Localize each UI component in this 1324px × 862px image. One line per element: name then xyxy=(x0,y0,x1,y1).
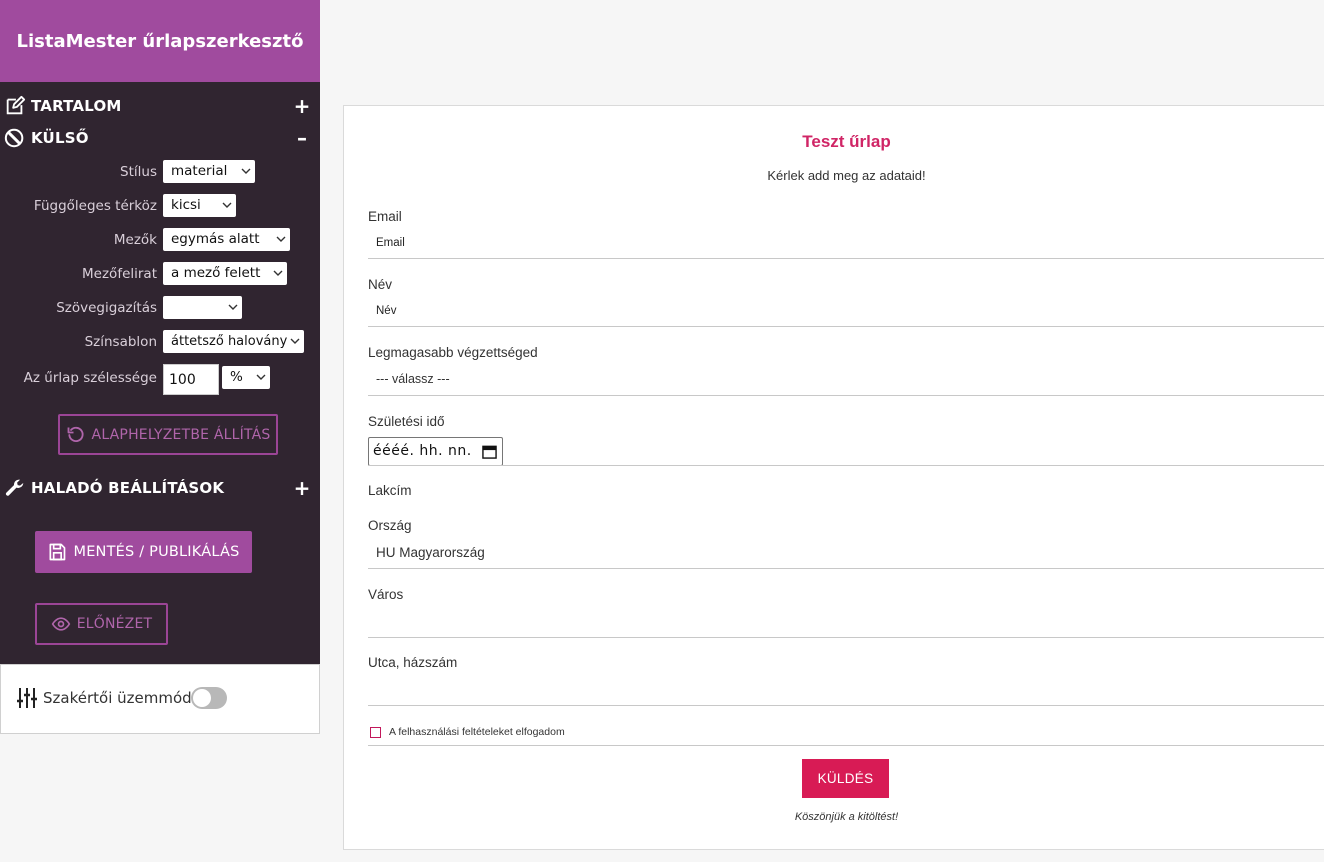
birthdate-value: éééé. hh. nn. xyxy=(373,443,472,459)
eye-icon xyxy=(51,617,70,631)
country-label: Ország xyxy=(368,518,412,533)
field-label-position-value: a mező felett xyxy=(171,265,261,281)
street-field[interactable] xyxy=(368,676,1324,706)
street-label: Utca, házszám xyxy=(368,655,458,670)
birthdate-input[interactable]: éééé. hh. nn. xyxy=(368,437,503,466)
field-label-position-select[interactable]: a mező felett xyxy=(163,262,287,285)
section-advanced-label: HALADÓ BEÁLLÍTÁSOK xyxy=(31,479,225,497)
chevron-down-icon xyxy=(290,338,300,344)
form-preview: Teszt űrlap Kérlek add meg az adataid! E… xyxy=(343,105,1324,850)
option-style-label: Stílus xyxy=(120,164,157,180)
birthdate-label: Születési idő xyxy=(368,414,445,429)
terms-divider xyxy=(368,745,1324,746)
save-publish-label: MENTÉS / PUBLIKÁLÁS xyxy=(73,544,240,560)
chevron-down-icon xyxy=(256,374,266,380)
country-select[interactable]: HU Magyarország xyxy=(368,539,1324,569)
city-field[interactable] xyxy=(368,608,1324,638)
text-align-select[interactable] xyxy=(163,296,242,319)
option-color-template: Színsablon áttetsző halovány xyxy=(0,330,320,354)
expert-mode-toggle[interactable] xyxy=(191,687,227,709)
fields-layout-value: egymás alatt xyxy=(171,231,260,247)
thanks-message: Köszönjük a kitöltést! xyxy=(794,811,899,823)
expert-mode-panel: Szakértői üzemmód xyxy=(0,664,320,734)
chevron-down-icon xyxy=(241,168,251,174)
color-template-value: áttetsző halovány xyxy=(171,334,288,349)
expert-mode-label: Szakértői üzemmód xyxy=(43,689,192,707)
fields-layout-select[interactable]: egymás alatt xyxy=(163,228,290,251)
chevron-down-icon xyxy=(222,202,232,208)
option-vertical-spacing-label: Függőleges térköz xyxy=(33,198,157,214)
toggle-knob xyxy=(193,689,211,707)
edit-icon xyxy=(6,95,26,115)
app-title: ListaMester űrlapszerkesztő xyxy=(0,0,320,82)
address-heading: Lakcím xyxy=(368,483,412,498)
color-template-select[interactable]: áttetsző halovány xyxy=(163,330,304,353)
palette-icon xyxy=(4,128,24,148)
save-publish-button[interactable]: MENTÉS / PUBLIKÁLÁS xyxy=(35,531,252,573)
vertical-spacing-select[interactable]: kicsi xyxy=(163,194,236,217)
style-select[interactable]: material xyxy=(163,160,255,183)
form-title: Teszt űrlap xyxy=(802,132,891,151)
section-appearance-header[interactable]: KÜLSŐ – xyxy=(0,126,320,150)
email-label: Email xyxy=(368,209,402,224)
section-content-label: TARTALOM xyxy=(31,97,122,115)
chevron-down-icon xyxy=(276,236,286,242)
option-text-align: Szövegigazítás xyxy=(0,296,320,320)
country-value: HU Magyarország xyxy=(376,545,485,560)
option-style: Stílus material xyxy=(0,160,320,184)
name-placeholder: Név xyxy=(376,305,397,317)
option-form-width-label: Az űrlap szélessége xyxy=(23,370,157,386)
form-width-unit-select[interactable]: % xyxy=(222,366,270,389)
education-label: Legmagasabb végzettséged xyxy=(368,345,538,360)
sidebar: ListaMester űrlapszerkesztő TARTALOM + K… xyxy=(0,0,320,664)
chevron-down-icon xyxy=(228,304,238,310)
section-content-header[interactable]: TARTALOM + xyxy=(0,94,320,118)
option-vertical-spacing: Függőleges térköz kicsi xyxy=(0,194,320,218)
expand-icon[interactable]: + xyxy=(293,476,311,500)
email-placeholder: Email xyxy=(376,237,405,249)
name-field[interactable]: Név xyxy=(368,297,1324,327)
collapse-icon[interactable]: – xyxy=(293,126,311,150)
form-width-unit-value: % xyxy=(230,369,243,385)
option-field-label-label: Mezőfelirat xyxy=(82,266,157,282)
floppy-disk-icon xyxy=(49,543,66,561)
option-field-label: Mezőfelirat a mező felett xyxy=(0,262,320,286)
option-fields-label: Mezők xyxy=(113,232,157,248)
name-label: Név xyxy=(368,277,393,292)
email-field[interactable]: Email xyxy=(368,229,1324,259)
wrench-icon xyxy=(5,479,24,496)
reset-button[interactable]: ALAPHELYZETBE ÁLLÍTÁS xyxy=(58,414,278,455)
option-form-width: Az űrlap szélessége 100 % xyxy=(0,364,320,395)
option-text-align-label: Szövegigazítás xyxy=(56,300,157,316)
option-fields: Mezők egymás alatt xyxy=(0,228,320,252)
form-width-input[interactable]: 100 xyxy=(163,364,219,395)
preview-label: ELŐNÉZET xyxy=(76,616,153,632)
terms-checkbox[interactable] xyxy=(370,727,381,738)
preview-button[interactable]: ELŐNÉZET xyxy=(35,603,168,645)
reset-icon xyxy=(67,426,84,442)
chevron-down-icon xyxy=(273,270,283,276)
calendar-icon xyxy=(482,445,497,459)
section-advanced-header[interactable]: HALADÓ BEÁLLÍTÁSOK + xyxy=(0,476,320,500)
option-color-template-label: Színsablon xyxy=(84,334,157,350)
education-value: --- válassz --- xyxy=(376,372,450,386)
section-appearance-label: KÜLSŐ xyxy=(31,129,89,147)
reset-button-label: ALAPHELYZETBE ÁLLÍTÁS xyxy=(91,426,271,443)
style-select-value: material xyxy=(171,163,228,179)
city-label: Város xyxy=(368,587,404,602)
sliders-icon xyxy=(17,688,37,708)
vertical-spacing-value: kicsi xyxy=(171,197,201,213)
expand-icon[interactable]: + xyxy=(293,94,311,118)
form-subtitle: Kérlek add meg az adataid! xyxy=(767,168,926,183)
terms-label: A felhasználási feltételeket elfogadom xyxy=(389,726,565,738)
birthdate-divider xyxy=(368,465,1324,466)
submit-button[interactable]: KÜLDÉS xyxy=(802,759,889,798)
education-select[interactable]: --- válassz --- xyxy=(368,366,1324,396)
